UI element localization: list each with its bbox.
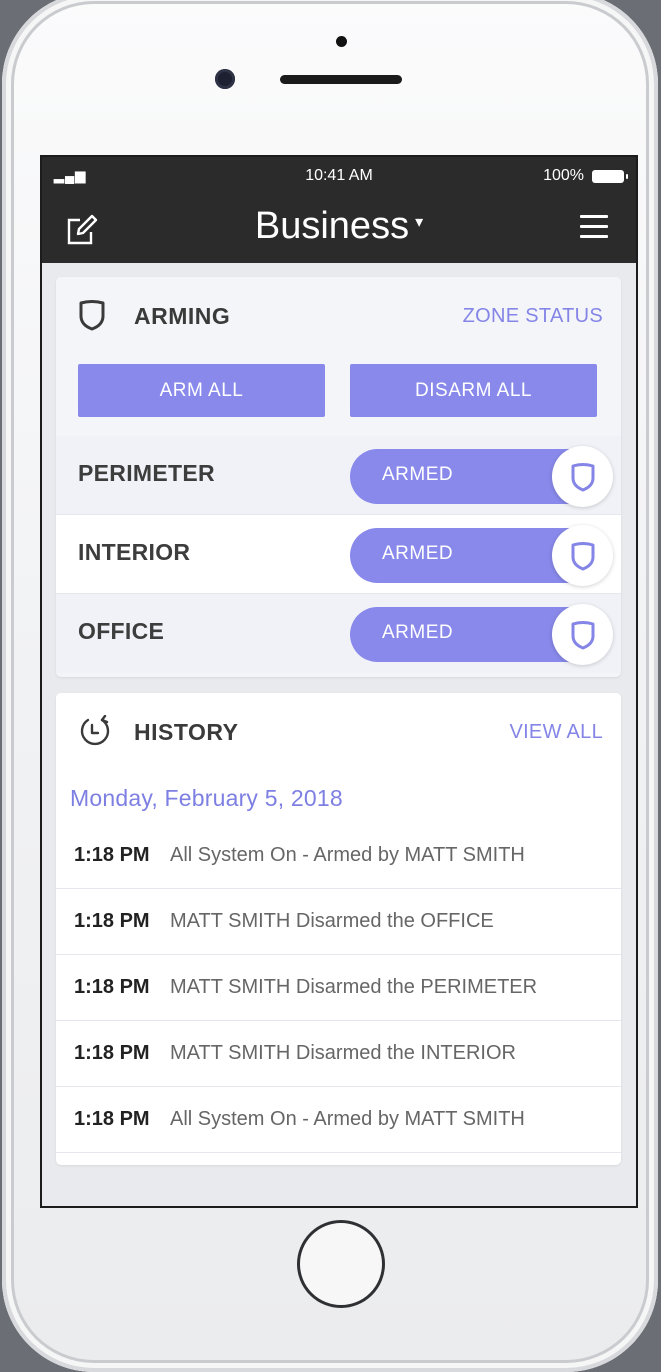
toggle-knob[interactable] [552,604,613,665]
arming-card: ARMING ZONE STATUS ARM ALL DISARM ALL PE… [56,277,621,677]
view-all-link[interactable]: VIEW ALL [509,721,603,744]
entry-time: 1:18 PM [74,1042,150,1064]
zone-arm-toggle[interactable]: ARMED [350,525,613,586]
location-title: Business [254,205,410,247]
history-card: HISTORY VIEW ALL Monday, February 5, 201… [56,693,621,1165]
toggle-knob[interactable] [552,525,613,586]
disarm-all-button[interactable]: DISARM ALL [350,364,597,417]
shield-icon [79,300,105,331]
proximity-sensor [336,36,347,47]
zone-status-link[interactable]: ZONE STATUS [463,305,603,328]
hamburger-menu-icon[interactable] [580,215,608,241]
history-entry[interactable]: 1:18 PM MATT SMITH Disarmed the INTERIOR [56,1021,621,1087]
status-bar: ▂▄▆ 10:41 AM 100% [42,157,636,195]
location-selector[interactable]: Business ▾ [42,205,636,248]
history-list: 1:18 PM All System On - Armed by MATT SM… [56,823,621,1153]
zone-arm-toggle[interactable]: ARMED [350,604,613,665]
entry-text: MATT SMITH Disarmed the OFFICE [170,910,494,932]
history-clock-icon [80,715,110,746]
entry-time: 1:18 PM [74,844,150,866]
earpiece-speaker [280,75,402,84]
toggle-knob[interactable] [552,446,613,507]
toggle-state-label: ARMED [382,622,454,643]
chevron-down-icon: ▾ [415,213,424,231]
history-title: HISTORY [134,719,239,745]
history-entry[interactable]: 1:18 PM All System On - Armed by MATT SM… [56,823,621,889]
arming-title: ARMING [134,303,231,329]
entry-time: 1:18 PM [74,1108,150,1130]
shield-icon [571,621,595,650]
toggle-state-label: ARMED [382,464,454,485]
zone-row-office: OFFICE ARMED [56,594,621,673]
home-button[interactable] [297,1220,385,1308]
toggle-state-label: ARMED [382,543,454,564]
nav-bar: Business ▾ [42,195,636,263]
app-screen: ▂▄▆ 10:41 AM 100% Business ▾ ARMING ZONE … [42,157,636,1206]
history-entry[interactable]: 1:18 PM All System On - Armed by MATT SM… [56,1087,621,1153]
entry-text: MATT SMITH Disarmed the INTERIOR [170,1042,516,1064]
front-camera [215,69,235,89]
shield-icon [571,463,595,492]
entry-time: 1:18 PM [74,910,150,932]
battery-icon [592,170,628,183]
entry-text: All System On - Armed by MATT SMITH [170,844,525,866]
zone-row-perimeter: PERIMETER ARMED [56,436,621,515]
history-header: HISTORY VIEW ALL [56,693,621,769]
battery-percent: 100% [543,167,584,184]
history-date: Monday, February 5, 2018 [70,785,343,811]
history-entry[interactable]: 1:18 PM MATT SMITH Disarmed the PERIMETE… [56,955,621,1021]
shield-icon [571,542,595,571]
zone-label: PERIMETER [78,460,215,486]
zone-row-interior: INTERIOR ARMED [56,515,621,594]
arm-all-button[interactable]: ARM ALL [78,364,325,417]
zone-label: OFFICE [78,618,165,644]
entry-text: All System On - Armed by MATT SMITH [170,1108,525,1130]
arming-header: ARMING ZONE STATUS [56,277,621,353]
entry-text: MATT SMITH Disarmed the PERIMETER [170,976,538,998]
history-entry[interactable]: 1:18 PM MATT SMITH Disarmed the OFFICE [56,889,621,955]
zone-label: INTERIOR [78,539,191,565]
entry-time: 1:18 PM [74,976,150,998]
zone-arm-toggle[interactable]: ARMED [350,446,613,507]
